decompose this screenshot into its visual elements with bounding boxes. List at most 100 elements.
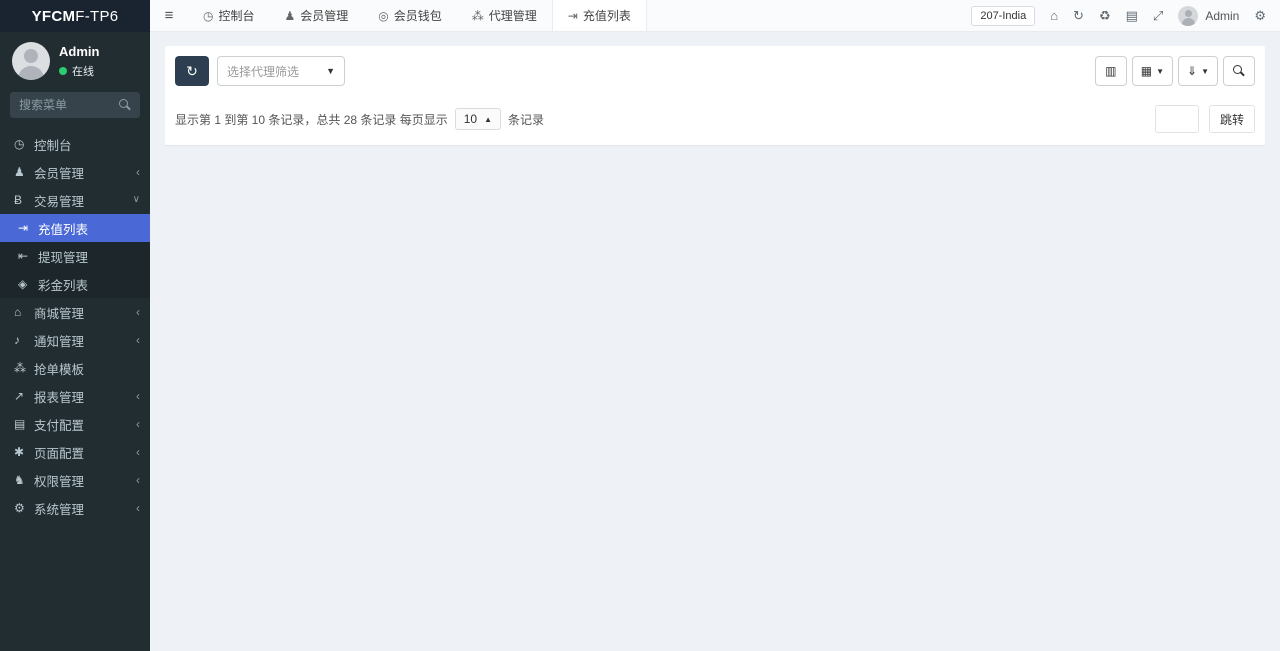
jump-button[interactable]: 跳转 [1208,105,1255,133]
nav-tabs: ◷ 控制台 ♟ 会员管理 ◎ 会员钱包 ⁂ 代理管理 ⇥ 充值列表 [188,0,647,31]
top-navbar: ≡ ◷ 控制台 ♟ 会员管理 ◎ 会员钱包 ⁂ 代理管理 ⇥ 充值列表 207-India ⌂ ↻ ♻… [150,0,1280,32]
sidebar-item-permissions[interactable]: ♞ 权限管理 ‹ [0,466,150,494]
sidebar-item-label: 提现管理 [38,250,89,265]
refresh-icon[interactable]: ↻ [1073,9,1084,22]
btc-icon: Ƀ [14,193,23,207]
sidebar-item-label: 通知管理 [34,334,85,349]
sidebar-item-dashboard[interactable]: ◷ 控制台 [0,130,150,158]
sidebar-item-withdraw[interactable]: ⇤ 提现管理 [0,242,150,270]
sitemap-icon: ⁂ [14,361,26,375]
sign-in-icon: ⇥ [18,221,29,235]
toggle-view-icon: ▥ [1105,64,1117,78]
sitemap-icon: ⁂ [471,8,484,23]
agent-filter-placeholder: 选择代理筛选 [227,64,300,79]
trash-icon[interactable]: ♻ [1099,9,1111,22]
jump-page-input[interactable] [1154,105,1199,133]
logo-light: F-TP6 [75,7,119,25]
tab-members[interactable]: ♟ 会员管理 [270,0,364,31]
sidebar-item-mall[interactable]: ⌂ 商城管理 ‹ [0,298,150,326]
export-button[interactable]: ⇓ ▼ [1178,56,1218,86]
sidebar-menu: ◷ 控制台 ♟ 会员管理 ‹ Ƀ 交易管理 ∨ ⇥ 充值列表 ⇤ 提现管理 ◈ 彩金列表 ⌂ 商城管理 ‹ ♪ 通知… [0,128,150,651]
export-icon: ⇓ [1187,64,1198,78]
chevron-down-icon: ▼ [1156,66,1165,76]
summary-prefix: 显示第 1 到第 10 条记录，总共 28 条记录 每页显示 [175,112,448,127]
navbar-user-name: Admin [1205,8,1240,23]
table-toolbar-buttons: ▥ ▦ ▼ ⇓ ▼ [1094,56,1255,86]
chevron-left-icon: ‹ [136,445,140,459]
navbar-user[interactable]: Admin [1178,5,1240,26]
sidebar-item-page-config[interactable]: ✱ 页面配置 ‹ [0,438,150,466]
users-icon: ♞ [14,473,25,487]
sidebar-item-label: 会员管理 [34,166,85,181]
sidebar-item-reports[interactable]: ↗ 报表管理 ‹ [0,382,150,410]
online-label: 在线 [72,65,94,78]
user-meta: Admin 在线 [59,44,99,79]
search-button[interactable] [1223,56,1255,86]
chevron-down-icon: ∨ [132,194,140,205]
sidebar-item-system[interactable]: ⚙ 系统管理 ‹ [0,494,150,522]
content-area: ↻ 选择代理筛选 ▼ ▥ ▦ ▼ ⇓ ▼ 显示第 1 到第 10 条记录，总共 28 条… [150,32,1280,651]
sidebar-item-bonus-list[interactable]: ◈ 彩金列表 [0,270,150,298]
sidebar-search [10,92,140,118]
tab-label: 控制台 [218,9,255,23]
tab-label: 会员管理 [300,9,349,23]
fullscreen-icon[interactable]: ⤢ [1153,9,1163,22]
recharge-list-card: ↻ 选择代理筛选 ▼ ▥ ▦ ▼ ⇓ ▼ 显示第 1 到第 10 条记录，总共 28 条… [165,46,1265,145]
chevron-left-icon: ‹ [136,389,140,403]
columns-button[interactable]: ▦ ▼ [1131,56,1174,86]
tab-label: 充值列表 [582,9,631,23]
sidebar-item-label: 抢单模板 [34,362,85,377]
main-area: ≡ ◷ 控制台 ♟ 会员管理 ◎ 会员钱包 ⁂ 代理管理 ⇥ 充值列表 207-India ⌂ ↻ ♻… [150,0,1280,651]
settings-cogs-icon[interactable]: ⚙ [1254,9,1266,22]
sidebar-item-label: 交易管理 [34,194,85,209]
sidebar: YFCMF-TP6 Admin 在线 ◷ 控制台 ♟ 会员管理 ‹ Ƀ 交易管理 ∨ ⇥ 充值列表… [0,0,150,651]
tab-label: 会员钱包 [393,9,442,23]
home-icon[interactable]: ⌂ [1050,9,1058,22]
gear-icon: ✱ [14,445,25,459]
tab-dashboard[interactable]: ◷ 控制台 [188,0,270,31]
menu-toggle-icon[interactable]: ≡ [150,0,188,31]
user-status: 在线 [59,63,99,79]
page-size-select[interactable]: 10 ▲ [454,108,501,130]
chevron-left-icon: ‹ [136,165,140,179]
sidebar-item-label: 充值列表 [38,222,89,237]
sidebar-item-notice[interactable]: ♪ 通知管理 ‹ [0,326,150,354]
sidebar-item-transactions[interactable]: Ƀ 交易管理 ∨ [0,186,150,214]
chart-icon: ↗ [14,389,25,403]
sidebar-item-order-template[interactable]: ⁂ 抢单模板 [0,354,150,382]
navbar-icons: ⌂ ↻ ♻ ▤ ⤢ [1050,9,1163,22]
chevron-left-icon: ‹ [136,333,140,347]
sidebar-item-members[interactable]: ♟ 会员管理 ‹ [0,158,150,186]
dashboard-icon: ◷ [203,8,214,23]
navbar-avatar [1178,5,1199,26]
tab-agents[interactable]: ⁂ 代理管理 [457,0,552,31]
app-root: YFCMF-TP6 Admin 在线 ◷ 控制台 ♟ 会员管理 ‹ Ƀ 交易管理 ∨ ⇥ 充值列表… [0,0,1280,651]
sidebar-item-label: 页面配置 [34,446,85,461]
chevron-left-icon: ‹ [136,473,140,487]
online-dot-icon [59,66,67,75]
sidebar-item-payment-config[interactable]: ▤ 支付配置 ‹ [0,410,150,438]
cogs-icon: ⚙ [14,501,25,515]
pagination-summary: 显示第 1 到第 10 条记录，总共 28 条记录 每页显示 10 ▲ 条记录 [175,108,544,130]
user-panel: Admin 在线 [0,32,150,88]
site-badge[interactable]: 207-India [971,5,1036,26]
chevron-left-icon: ‹ [136,501,140,515]
sidebar-item-recharge-list[interactable]: ⇥ 充值列表 [0,214,150,242]
toggle-view-button[interactable]: ▥ [1094,56,1127,86]
card-footer: 显示第 1 到第 10 条记录，总共 28 条记录 每页显示 10 ▲ 条记录 … [175,105,1255,133]
bell-icon: ♪ [14,333,20,347]
file-icon[interactable]: ▤ [1126,9,1138,22]
tab-wallet[interactable]: ◎ 会员钱包 [363,0,457,31]
tab-recharge-list[interactable]: ⇥ 充值列表 [551,0,647,31]
app-logo: YFCM F-TP6 [0,0,150,32]
refresh-button[interactable]: ↻ [175,56,209,86]
card-toolbar: ↻ 选择代理筛选 ▼ ▥ ▦ ▼ ⇓ ▼ [175,56,1255,86]
user-icon: ♟ [284,8,296,23]
sidebar-item-label: 彩金列表 [38,278,89,293]
agent-filter-select[interactable]: 选择代理筛选 ▼ [217,56,345,86]
search-icon [1232,64,1246,78]
credit-card-icon: ▤ [14,417,26,431]
dashboard-icon: ◷ [14,137,25,151]
diamond-icon: ◈ [18,277,28,291]
sidebar-item-label: 商城管理 [34,306,85,321]
